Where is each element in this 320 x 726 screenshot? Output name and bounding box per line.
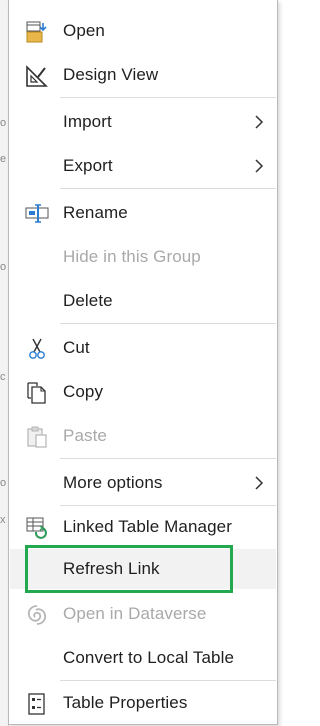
menu-item-hide-in-this-group[interactable]: Hide in this Group — [10, 237, 276, 277]
rename-icon — [24, 201, 50, 227]
menu-item-label: Table Properties — [63, 693, 188, 712]
menu-item-label: Rename — [63, 203, 128, 222]
background-fragment: o — [0, 261, 7, 273]
menu-item-linked-table-manager[interactable]: Linked Table Manager — [10, 507, 276, 547]
menu-separator — [60, 323, 276, 324]
menu-item-open[interactable]: Open — [10, 11, 276, 51]
copy-icon — [24, 380, 50, 406]
menu-item-cut[interactable]: Cut — [10, 328, 276, 368]
open-icon — [24, 19, 50, 45]
chevron-right-icon — [255, 159, 264, 173]
menu-item-delete[interactable]: Delete — [10, 281, 276, 321]
menu-item-label: More options — [63, 473, 163, 492]
menu-item-label: Import — [63, 112, 112, 131]
menu-item-label: Cut — [63, 338, 90, 357]
menu-item-label: Open — [63, 21, 105, 40]
menu-item-convert-to-local-table[interactable]: Convert to Local Table — [10, 638, 276, 678]
menu-separator — [60, 505, 276, 506]
menu-item-design-view[interactable]: Design View — [10, 55, 276, 95]
table-properties-icon — [24, 691, 50, 717]
menu-item-export[interactable]: Export — [10, 146, 276, 186]
menu-item-open-in-dataverse[interactable]: Open in Dataverse — [10, 594, 276, 634]
background-fragment: x — [0, 514, 6, 526]
background-fragment: e — [0, 153, 7, 165]
menu-item-label: Open in Dataverse — [63, 604, 207, 623]
menu-item-table-properties[interactable]: Table Properties — [10, 683, 276, 723]
paste-icon — [24, 424, 50, 450]
menu-item-label: Convert to Local Table — [63, 648, 235, 667]
menu-separator — [60, 97, 276, 98]
menu-item-refresh-link[interactable]: Refresh Link — [10, 549, 276, 589]
menu-separator — [60, 458, 276, 459]
cut-icon — [24, 336, 50, 362]
menu-item-more-options[interactable]: More options — [10, 463, 276, 503]
context-menu: Open Design View Import Export Rename Hi… — [8, 0, 278, 725]
menu-item-label: Linked Table Manager — [63, 517, 232, 536]
menu-item-label: Copy — [63, 382, 104, 401]
menu-separator — [60, 188, 276, 189]
menu-item-rename[interactable]: Rename — [10, 193, 276, 233]
background-fragment: c — [0, 371, 6, 383]
menu-item-import[interactable]: Import — [10, 102, 276, 142]
menu-item-label: Hide in this Group — [63, 247, 201, 266]
background-fragment: o — [0, 477, 7, 489]
dataverse-icon — [24, 602, 50, 628]
menu-item-label: Export — [63, 156, 113, 175]
chevron-right-icon — [255, 115, 264, 129]
linked-table-manager-icon — [24, 515, 50, 541]
background-fragment: o — [0, 117, 7, 129]
design-view-icon — [24, 63, 50, 89]
menu-item-label: Refresh Link — [63, 559, 160, 578]
menu-item-label: Delete — [63, 291, 113, 310]
menu-item-copy[interactable]: Copy — [10, 372, 276, 412]
chevron-right-icon — [255, 476, 264, 490]
menu-item-paste[interactable]: Paste — [10, 416, 276, 456]
menu-item-label: Paste — [63, 426, 107, 445]
menu-separator — [60, 680, 276, 681]
menu-item-label: Design View — [63, 65, 159, 84]
